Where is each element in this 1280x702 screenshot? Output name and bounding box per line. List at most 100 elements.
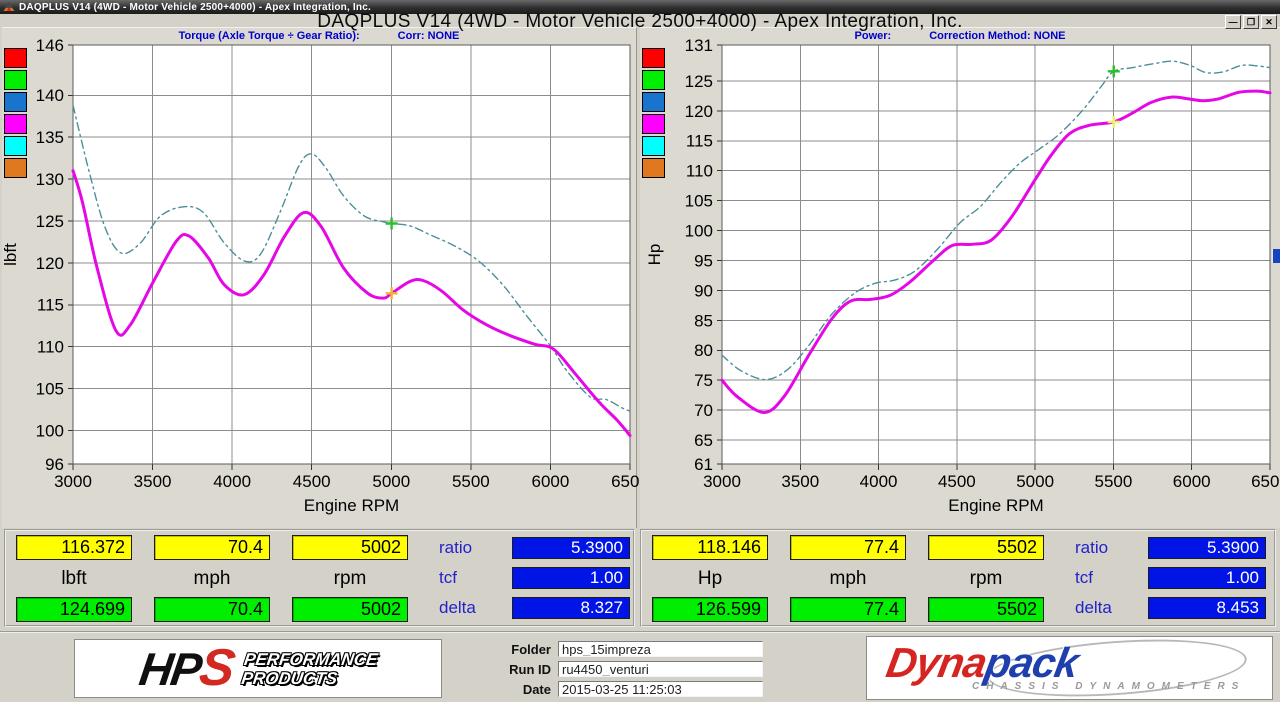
speed-unit-label: mph bbox=[790, 568, 906, 590]
date-field-row: Date bbox=[446, 681, 846, 697]
torque-chart-panel: Torque (Axle Torque ÷ Gear Ratio): Corr:… bbox=[2, 27, 637, 528]
svg-text:140: 140 bbox=[36, 86, 64, 105]
rpm-current-value: 5002 bbox=[292, 535, 408, 560]
svg-text:4000: 4000 bbox=[213, 472, 251, 491]
svg-text:3000: 3000 bbox=[703, 472, 741, 491]
svg-text:120: 120 bbox=[685, 102, 713, 121]
power-chart-panel: Power: Correction Method: NONE 616570758… bbox=[640, 27, 1280, 528]
hps-logo-subtext: PERFORMANCE PRODUCTS bbox=[240, 650, 379, 688]
svg-text:146: 146 bbox=[36, 36, 64, 55]
svg-text:Engine RPM: Engine RPM bbox=[948, 496, 1043, 515]
ratio-value[interactable]: 5.3900 bbox=[1148, 537, 1266, 559]
delta-value: 8.453 bbox=[1148, 597, 1266, 619]
svg-text:6500: 6500 bbox=[1251, 472, 1280, 491]
ratio-value[interactable]: 5.3900 bbox=[512, 537, 630, 559]
svg-text:3500: 3500 bbox=[134, 472, 172, 491]
svg-text:5000: 5000 bbox=[372, 472, 410, 491]
torque-current-value: 116.372 bbox=[16, 535, 132, 560]
hps-logo: HPS PERFORMANCE PRODUCTS bbox=[74, 639, 442, 698]
tcf-value[interactable]: 1.00 bbox=[512, 567, 630, 589]
power-unit-label: Hp bbox=[652, 568, 768, 590]
svg-text:105: 105 bbox=[685, 192, 713, 211]
rpm-unit-label: rpm bbox=[292, 568, 408, 590]
date-input[interactable] bbox=[558, 681, 763, 697]
svg-text:Engine RPM: Engine RPM bbox=[304, 496, 399, 515]
speed-unit-label: mph bbox=[154, 568, 270, 590]
svg-text:100: 100 bbox=[685, 222, 713, 241]
hps-logo-s: S bbox=[196, 639, 237, 697]
svg-text:70: 70 bbox=[694, 401, 713, 420]
svg-text:4000: 4000 bbox=[860, 472, 898, 491]
svg-text:6000: 6000 bbox=[532, 472, 570, 491]
ratio-label: ratio bbox=[439, 537, 505, 559]
tcf-value[interactable]: 1.00 bbox=[1148, 567, 1266, 589]
run-info-fields: Folder Run ID Date bbox=[446, 641, 846, 701]
folder-field-row: Folder bbox=[446, 641, 846, 657]
dynapack-logo: Dynapack CHASSIS DYNAMOMETERS bbox=[866, 636, 1273, 700]
date-label: Date bbox=[446, 682, 558, 697]
svg-text:5500: 5500 bbox=[452, 472, 490, 491]
svg-text:Hp: Hp bbox=[645, 244, 664, 266]
runid-label: Run ID bbox=[446, 662, 558, 677]
ratio-label: ratio bbox=[1075, 537, 1141, 559]
svg-text:125: 125 bbox=[685, 72, 713, 91]
svg-text:135: 135 bbox=[36, 128, 64, 147]
torque-readout-panel: 116.372 70.4 5002 lbft mph rpm 124.699 7… bbox=[4, 529, 635, 627]
delta-label: delta bbox=[439, 597, 505, 619]
folder-input[interactable] bbox=[558, 641, 763, 657]
svg-text:75: 75 bbox=[694, 371, 713, 390]
svg-text:5000: 5000 bbox=[1016, 472, 1054, 491]
svg-text:6000: 6000 bbox=[1173, 472, 1211, 491]
runid-input[interactable] bbox=[558, 661, 763, 677]
torque-unit-label: lbft bbox=[16, 568, 132, 590]
tcf-label: tcf bbox=[439, 567, 505, 589]
torque-reference-value: 124.699 bbox=[16, 597, 132, 622]
tcf-label: tcf bbox=[1075, 567, 1141, 589]
svg-text:4500: 4500 bbox=[938, 472, 976, 491]
close-button[interactable]: ✕ bbox=[1261, 15, 1277, 29]
rpm-current-value: 5502 bbox=[928, 535, 1044, 560]
window-controls: — ❐ ✕ bbox=[1225, 15, 1277, 29]
svg-text:100: 100 bbox=[36, 421, 64, 440]
svg-text:130: 130 bbox=[36, 170, 64, 189]
svg-text:110: 110 bbox=[37, 338, 64, 357]
minimize-button[interactable]: — bbox=[1225, 15, 1241, 29]
rpm-unit-label: rpm bbox=[928, 568, 1044, 590]
torque-chart: 9610010511011512012513013514014630003500… bbox=[2, 44, 637, 529]
delta-value: 8.327 bbox=[512, 597, 630, 619]
svg-text:65: 65 bbox=[694, 431, 713, 450]
svg-text:5500: 5500 bbox=[1095, 472, 1133, 491]
page-title: DAQPLUS V14 (4WD - Motor Vehicle 2500+40… bbox=[0, 11, 1280, 33]
power-chart: 6165707580859095100105110115120125131300… bbox=[640, 44, 1280, 529]
dynapack-logo-text: Dynapack bbox=[883, 641, 1081, 685]
svg-text:lbft: lbft bbox=[1, 243, 20, 266]
svg-text:3500: 3500 bbox=[781, 472, 819, 491]
svg-text:95: 95 bbox=[694, 251, 713, 270]
svg-text:110: 110 bbox=[686, 162, 713, 181]
svg-text:115: 115 bbox=[686, 132, 713, 151]
speed-reference-value: 70.4 bbox=[154, 597, 270, 622]
speed-reference-value: 77.4 bbox=[790, 597, 906, 622]
svg-text:131: 131 bbox=[685, 36, 713, 55]
svg-text:3000: 3000 bbox=[54, 472, 92, 491]
speed-current-value: 70.4 bbox=[154, 535, 270, 560]
window-edge-artifact bbox=[1272, 249, 1280, 263]
footer: HPS PERFORMANCE PRODUCTS Folder Run ID D… bbox=[0, 631, 1280, 702]
folder-label: Folder bbox=[446, 642, 558, 657]
svg-text:80: 80 bbox=[694, 341, 713, 360]
svg-text:85: 85 bbox=[694, 311, 713, 330]
svg-text:4500: 4500 bbox=[293, 472, 331, 491]
rpm-reference-value: 5002 bbox=[292, 597, 408, 622]
speed-current-value: 77.4 bbox=[790, 535, 906, 560]
dynapack-tagline: CHASSIS DYNAMOMETERS bbox=[972, 681, 1245, 692]
svg-text:115: 115 bbox=[37, 296, 64, 315]
svg-text:105: 105 bbox=[36, 380, 64, 399]
power-readout-panel: 118.146 77.4 5502 Hp mph rpm 126.599 77.… bbox=[640, 529, 1276, 627]
svg-text:125: 125 bbox=[36, 212, 64, 231]
restore-button[interactable]: ❐ bbox=[1243, 15, 1259, 29]
svg-text:120: 120 bbox=[36, 254, 64, 273]
svg-text:90: 90 bbox=[694, 281, 713, 300]
runid-field-row: Run ID bbox=[446, 661, 846, 677]
delta-label: delta bbox=[1075, 597, 1141, 619]
power-current-value: 118.146 bbox=[652, 535, 768, 560]
